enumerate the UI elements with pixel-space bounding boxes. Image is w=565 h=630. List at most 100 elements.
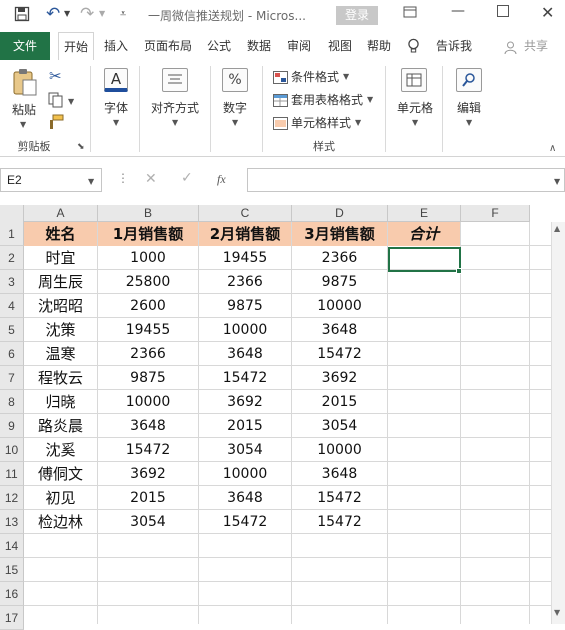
confirm-entry-icon[interactable]: ✓ xyxy=(181,170,193,186)
cell-style-button[interactable]: 单元格样式 xyxy=(291,114,351,131)
number-format-icon[interactable]: % xyxy=(222,68,248,92)
sales-cell[interactable]: 3692 xyxy=(98,462,198,486)
sales-cell[interactable]: 2366 xyxy=(98,342,198,366)
sales-cell[interactable]: 10000 xyxy=(292,438,387,462)
header-cell[interactable]: 2月销售额 xyxy=(199,222,291,246)
font-dropdown-icon[interactable]: ▼ xyxy=(113,118,119,127)
sales-cell[interactable]: 15472 xyxy=(292,510,387,534)
row-header[interactable]: 4 xyxy=(0,294,24,318)
sales-cell[interactable]: 2015 xyxy=(98,486,198,510)
sales-cell[interactable]: 3648 xyxy=(199,342,291,366)
sales-cell[interactable]: 3648 xyxy=(98,414,198,438)
sales-cell[interactable]: 25800 xyxy=(98,270,198,294)
font-icon[interactable]: A xyxy=(104,68,128,92)
sales-cell[interactable]: 2366 xyxy=(199,270,291,294)
dialog-launcher-icon[interactable]: ⬊ xyxy=(77,142,85,152)
paste-icon[interactable] xyxy=(12,67,38,101)
column-header[interactable]: D xyxy=(292,205,388,222)
undo-dropdown-icon[interactable]: ▼ xyxy=(64,9,70,18)
row-header[interactable]: 11 xyxy=(0,462,24,486)
scroll-up-icon[interactable]: ▲ xyxy=(554,224,560,233)
sales-cell[interactable]: 10000 xyxy=(98,390,198,414)
row-header[interactable]: 16 xyxy=(0,582,24,606)
font-button[interactable]: 字体 xyxy=(100,99,132,116)
share-person-icon[interactable] xyxy=(504,39,517,58)
selected-cell-outline[interactable] xyxy=(388,247,461,272)
vertical-scrollbar[interactable] xyxy=(551,222,565,624)
row-header[interactable]: 5 xyxy=(0,318,24,342)
row-header[interactable]: 10 xyxy=(0,438,24,462)
header-cell[interactable]: 3月销售额 xyxy=(292,222,387,246)
close-icon[interactable]: ✕ xyxy=(541,3,554,22)
redo-icon[interactable]: ↷ xyxy=(80,4,94,24)
alignment-dropdown-icon[interactable]: ▼ xyxy=(172,118,178,127)
formula-input[interactable] xyxy=(247,168,565,192)
tab-page-layout[interactable]: 页面布局 xyxy=(140,32,196,60)
sales-cell[interactable]: 9875 xyxy=(199,294,291,318)
copy-dropdown-icon[interactable]: ▼ xyxy=(68,97,74,106)
sales-cell[interactable]: 3054 xyxy=(292,414,387,438)
scroll-down-icon[interactable]: ▼ xyxy=(554,608,560,617)
column-header[interactable]: A xyxy=(24,205,98,222)
tab-review[interactable]: 审阅 xyxy=(283,32,315,60)
row-header[interactable]: 7 xyxy=(0,366,24,390)
row-header[interactable]: 15 xyxy=(0,558,24,582)
sales-cell[interactable]: 2015 xyxy=(199,414,291,438)
name-cell[interactable]: 傅侗文 xyxy=(24,462,97,486)
login-button[interactable]: 登录 xyxy=(336,6,378,25)
row-header[interactable]: 2 xyxy=(0,246,24,270)
header-cell[interactable]: 1月销售额 xyxy=(98,222,198,246)
conditional-format-button[interactable]: 条件格式 xyxy=(291,68,339,85)
name-cell[interactable]: 沈昭昭 xyxy=(24,294,97,318)
column-header[interactable]: B xyxy=(98,205,199,222)
sales-cell[interactable]: 3648 xyxy=(292,462,387,486)
editing-dropdown-icon[interactable]: ▼ xyxy=(466,118,472,127)
tab-file[interactable]: 文件 xyxy=(0,32,50,60)
column-header[interactable]: C xyxy=(199,205,292,222)
row-header[interactable]: 6 xyxy=(0,342,24,366)
format-painter-icon[interactable] xyxy=(48,114,64,134)
tab-help[interactable]: 帮助 xyxy=(363,32,395,60)
number-button[interactable]: 数字 xyxy=(219,99,251,116)
row-header[interactable]: 9 xyxy=(0,414,24,438)
name-cell[interactable]: 沈奚 xyxy=(24,438,97,462)
row-header[interactable]: 3 xyxy=(0,270,24,294)
tab-view[interactable]: 视图 xyxy=(324,32,356,60)
sales-cell[interactable]: 3692 xyxy=(199,390,291,414)
cell-style-dropdown-icon[interactable]: ▼ xyxy=(355,118,361,127)
expand-formula-bar-icon[interactable]: ▼ xyxy=(554,177,560,186)
sales-cell[interactable]: 19455 xyxy=(98,318,198,342)
maximize-icon[interactable] xyxy=(497,5,509,21)
paste-button[interactable]: 粘贴 xyxy=(9,101,39,118)
number-dropdown-icon[interactable]: ▼ xyxy=(232,118,238,127)
name-cell[interactable]: 时宜 xyxy=(24,246,97,270)
tab-home[interactable]: 开始 xyxy=(58,32,94,61)
row-header[interactable]: 12 xyxy=(0,486,24,510)
sales-cell[interactable]: 19455 xyxy=(199,246,291,270)
editing-button[interactable]: 编辑 xyxy=(453,99,485,116)
header-cell[interactable]: 姓名 xyxy=(24,222,97,246)
sales-cell[interactable]: 15472 xyxy=(199,510,291,534)
cells-button[interactable]: 单元格 xyxy=(395,99,435,116)
insert-function-icon[interactable]: fx xyxy=(217,172,226,187)
paste-dropdown-icon[interactable]: ▼ xyxy=(20,120,26,129)
column-header[interactable]: E xyxy=(388,205,461,222)
column-header[interactable]: F xyxy=(461,205,530,222)
conditional-format-dropdown-icon[interactable]: ▼ xyxy=(343,72,349,81)
sales-cell[interactable]: 10000 xyxy=(199,318,291,342)
alignment-button[interactable]: 对齐方式 xyxy=(146,99,204,116)
sales-cell[interactable]: 3054 xyxy=(98,510,198,534)
share-button[interactable]: 共享 xyxy=(520,32,552,60)
sales-cell[interactable]: 3054 xyxy=(199,438,291,462)
copy-icon[interactable] xyxy=(48,92,64,112)
editing-icon[interactable] xyxy=(456,68,482,92)
sales-cell[interactable]: 3648 xyxy=(199,486,291,510)
sales-cell[interactable]: 1000 xyxy=(98,246,198,270)
row-header[interactable]: 13 xyxy=(0,510,24,534)
name-cell[interactable]: 温寒 xyxy=(24,342,97,366)
sales-cell[interactable]: 10000 xyxy=(292,294,387,318)
sales-cell[interactable]: 10000 xyxy=(199,462,291,486)
undo-icon[interactable]: ↶ xyxy=(46,4,60,24)
sales-cell[interactable]: 2600 xyxy=(98,294,198,318)
name-cell[interactable]: 沈策 xyxy=(24,318,97,342)
